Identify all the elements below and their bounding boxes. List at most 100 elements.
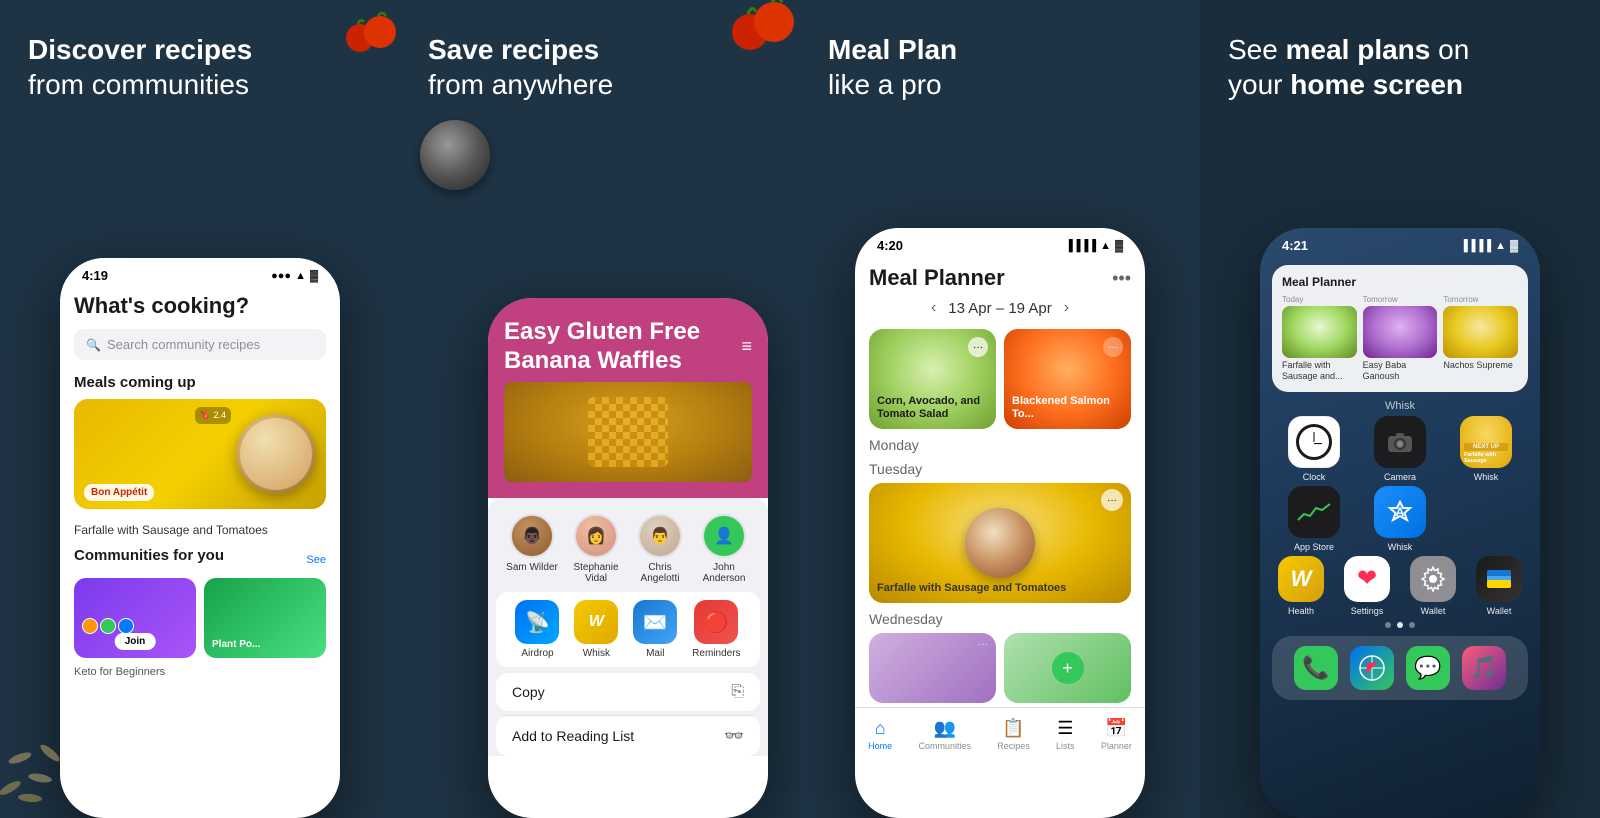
- dock-music[interactable]: 🎵: [1462, 646, 1506, 690]
- share-apps-row: 📡 Airdrop W Whisk ✉️ Mail 🔴: [496, 592, 760, 667]
- app-appstore[interactable]: A Whisk: [1362, 486, 1438, 552]
- phone1-mockup: 4:19 ●●●▲▓ What's cooking? 🔍 Search comm…: [60, 258, 340, 818]
- wednesday-add[interactable]: +: [1004, 633, 1131, 703]
- app-health[interactable]: ❤ Settings: [1338, 556, 1396, 616]
- dock-safari[interactable]: [1350, 646, 1394, 690]
- app-clock[interactable]: Clock: [1276, 416, 1352, 482]
- dot-3: [1409, 622, 1415, 628]
- app-camera[interactable]: Camera: [1362, 416, 1438, 482]
- nav-recipes[interactable]: 📋 Recipes: [997, 718, 1030, 751]
- see-all-link[interactable]: See: [306, 554, 326, 566]
- nav-lists[interactable]: ☰ Lists: [1056, 718, 1075, 751]
- phone3-content: Meal Planner ••• ‹ 13 Apr – 19 Apr › ···…: [855, 257, 1145, 707]
- planner-icon: 📅: [1105, 718, 1127, 739]
- prev-week-button[interactable]: ‹: [931, 299, 936, 317]
- card-dots-salmon[interactable]: ···: [1103, 337, 1123, 357]
- community-card-plant[interactable]: Plant Po...: [204, 578, 326, 658]
- panel2-heading-sub: from anywhere: [428, 69, 613, 100]
- whisk-w-logo: W: [1291, 566, 1312, 592]
- communities-icon: 👥: [933, 718, 955, 739]
- app-next-up[interactable]: NEXT UP Farfalle with Sausage Whisk: [1448, 416, 1524, 482]
- svg-text:A: A: [1396, 505, 1405, 519]
- panel-meal-plan: Meal Plan like a pro 4:20 ▐▐▐▐▲▓ Meal Pl…: [800, 0, 1200, 818]
- whisk-icon: W: [574, 600, 618, 644]
- card-dots-icon[interactable]: ···: [968, 337, 988, 357]
- card-dots-farfalle[interactable]: ···: [1101, 489, 1123, 511]
- recipe-card-salmon[interactable]: ··· Blackened Salmon To...: [1004, 329, 1131, 429]
- nav-communities-label: Communities: [918, 741, 971, 751]
- camera-app-icon: [1374, 416, 1426, 468]
- nav-communities[interactable]: 👥 Communities: [918, 718, 971, 751]
- next-week-button[interactable]: ›: [1064, 299, 1069, 317]
- search-placeholder: Search community recipes: [107, 337, 260, 352]
- recipe-card-salad[interactable]: ··· Corn, Avocado, and Tomato Salad: [869, 329, 996, 429]
- lists-icon: ☰: [1057, 718, 1073, 739]
- contact-john[interactable]: 👤 John Anderson: [698, 514, 750, 584]
- bookmark-badge: 🔖 2.4: [195, 407, 231, 424]
- bottom-nav: ⌂ Home 👥 Communities 📋 Recipes ☰ Lists 📅: [855, 707, 1145, 767]
- contact-name-john: John Anderson: [698, 562, 750, 584]
- settings-app-label: Wallet: [1421, 606, 1446, 616]
- dot-2: [1397, 622, 1403, 628]
- search-icon: 🔍: [86, 338, 101, 352]
- health-app-icon: ❤: [1344, 556, 1390, 602]
- app-wallet[interactable]: Wallet: [1470, 556, 1528, 616]
- wednesday-recipe1[interactable]: ···: [869, 633, 996, 703]
- panel1-heading-bold: Discover recipes: [28, 34, 252, 65]
- brand-badge: Bon Appétit: [84, 484, 154, 501]
- phone3: 4:20 ▐▐▐▐▲▓ Meal Planner ••• ‹ 13 Apr – …: [855, 228, 1145, 818]
- share-sheet: 👨🏿 Sam Wilder 👩 Stephanie Vidal 👨: [488, 498, 768, 756]
- phone1-status-icons: ●●●▲▓: [271, 270, 318, 282]
- add-recipe-button[interactable]: +: [1052, 652, 1084, 684]
- app-stocks[interactable]: App Store: [1276, 486, 1352, 552]
- nav-recipes-label: Recipes: [997, 741, 1030, 751]
- share-whisk[interactable]: W Whisk: [574, 600, 618, 659]
- reminders-icon: 🔴: [694, 600, 738, 644]
- community-card-keto[interactable]: Join: [74, 578, 196, 658]
- meal-label: Farfalle with Sausage and Tomatoes: [74, 523, 326, 537]
- share-reminders[interactable]: 🔴 Reminders: [692, 600, 740, 659]
- nav-planner[interactable]: 📅 Planner: [1101, 718, 1132, 751]
- meal-planner-dots[interactable]: •••: [1112, 268, 1131, 289]
- page-dots: [1260, 622, 1540, 628]
- wallet-app-icon: [1476, 556, 1522, 602]
- widget-meal-img-tomorrow1: [1363, 306, 1438, 358]
- whisk-app-label: Health: [1288, 606, 1314, 616]
- app-whisk[interactable]: W Health: [1272, 556, 1330, 616]
- phone3-mockup: 4:20 ▐▐▐▐▲▓ Meal Planner ••• ‹ 13 Apr – …: [855, 228, 1145, 818]
- dock-messages[interactable]: 💬: [1406, 646, 1450, 690]
- panel2-heading: Save recipes from anywhere: [400, 0, 800, 102]
- menu-dots-icon[interactable]: ≡: [741, 336, 752, 357]
- phone3-time: 4:20: [877, 238, 903, 253]
- share-mail[interactable]: ✉️ Mail: [633, 600, 677, 659]
- meals-section-title: Meals coming up: [74, 374, 326, 391]
- meals-card[interactable]: 🔖 2.4 Bon Appétit: [74, 399, 326, 509]
- contact-stephanie[interactable]: 👩 Stephanie Vidal: [570, 514, 622, 584]
- copy-action[interactable]: Copy ⎘: [496, 673, 760, 711]
- search-bar[interactable]: 🔍 Search community recipes: [74, 329, 326, 360]
- phone2-mockup: Easy Gluten Free Banana Waffles ≡ 👨🏿 Sam…: [488, 298, 768, 818]
- panel4-bold1: meal plans: [1286, 34, 1431, 65]
- nav-home[interactable]: ⌂ Home: [868, 718, 892, 751]
- waffle-pattern: [588, 397, 668, 467]
- recipe-card-farfalle[interactable]: ··· Farfalle with Sausage and Tomatoes: [869, 483, 1131, 603]
- panel-homescreen: See meal plans on your home screen 4:21 …: [1200, 0, 1600, 818]
- panel4-heading-text1: See meal plans on: [1228, 34, 1469, 65]
- share-contacts-row: 👨🏿 Sam Wilder 👩 Stephanie Vidal 👨: [488, 498, 768, 592]
- contact-sam[interactable]: 👨🏿 Sam Wilder: [506, 514, 558, 584]
- join-button[interactable]: Join: [115, 633, 156, 650]
- dot-1: [1385, 622, 1391, 628]
- reading-list-action[interactable]: Add to Reading List 👓: [496, 716, 760, 756]
- recipe-title: Easy Gluten Free Banana Waffles: [504, 318, 741, 376]
- dock-phone[interactable]: 📞: [1294, 646, 1338, 690]
- card-dots-wed1[interactable]: ···: [978, 639, 988, 650]
- phone4-status-icons: ▐▐▐▐▲▓: [1460, 240, 1518, 252]
- meal-planner-widget[interactable]: Meal Planner Today Farfalle with Sausage…: [1272, 265, 1528, 392]
- contact-chris[interactable]: 👨 Chris Angelotti: [634, 514, 686, 584]
- next-up-app-label: Whisk: [1474, 472, 1499, 482]
- app-settings[interactable]: Wallet: [1404, 556, 1462, 616]
- next-up-recipe: Farfalle with Sausage: [1464, 452, 1508, 464]
- keto-avatars: [82, 618, 134, 634]
- share-airdrop[interactable]: 📡 Airdrop: [515, 600, 559, 659]
- reading-list-label: Add to Reading List: [512, 728, 634, 744]
